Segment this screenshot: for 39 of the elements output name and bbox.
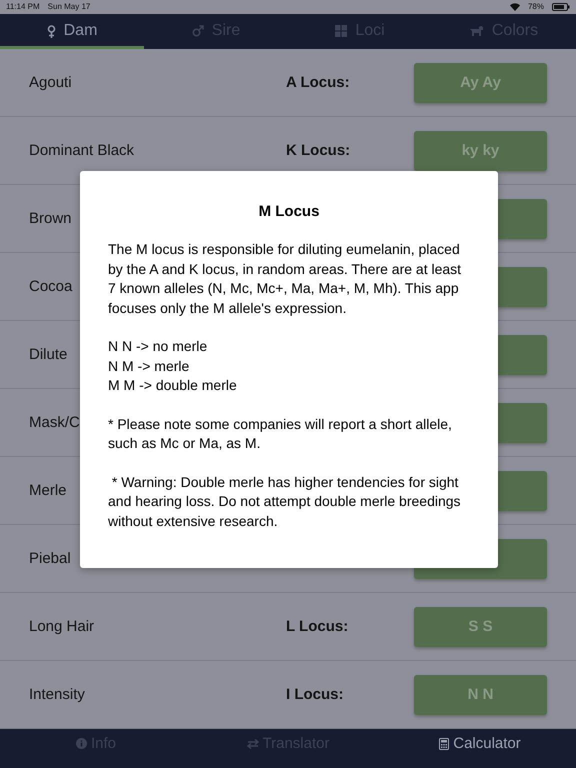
allele-button[interactable]: N N bbox=[414, 674, 547, 715]
trait-label: Long Hair bbox=[29, 618, 94, 636]
bottom-tab[interactable]: Calculator bbox=[384, 729, 576, 768]
dialog-text: * Warning: Double merle has higher tendencies for sight and hearing loss. Do not attempt double merle breedings without extensive research. bbox=[108, 472, 462, 530]
trait-label: Dilute bbox=[29, 346, 68, 364]
dialog-text: M M -> double merle bbox=[108, 376, 238, 395]
battery-icon bbox=[552, 2, 570, 11]
battery-percentage: 78% bbox=[528, 2, 544, 12]
allele-button[interactable]: S S bbox=[414, 606, 547, 647]
trait-label: Brown bbox=[29, 210, 72, 228]
allele-button[interactable]: ky ky bbox=[414, 130, 547, 171]
trait-label: Merle bbox=[29, 482, 67, 500]
dialog-text: The M locus is responsible for diluting eumelanin, placed by the A and K locus, in random areas. There are at least 7 known alleles (N, Mc, Mc+, Ma, Ma+, M, Mh). This app focuses only the M allele's expression. bbox=[108, 240, 462, 318]
locus-label: L Locus: bbox=[286, 618, 348, 636]
dialog-title: M Locus bbox=[258, 203, 320, 220]
trait-label: Intensity bbox=[29, 686, 85, 704]
swap-arrows-icon bbox=[246, 738, 259, 749]
tab[interactable]: Dam bbox=[0, 14, 144, 50]
trait-label: Mask/C bbox=[29, 414, 80, 432]
status-date: Sun May 17 bbox=[48, 2, 90, 12]
status-time: 11:14 PM bbox=[6, 2, 40, 12]
info-icon bbox=[76, 738, 87, 750]
female-icon bbox=[46, 24, 56, 38]
male-icon bbox=[192, 25, 204, 38]
dialog-text: N M -> merle bbox=[108, 356, 190, 376]
locus-label: I Locus: bbox=[286, 686, 344, 704]
trait-label: Agouti bbox=[29, 74, 72, 92]
locus-label: A Locus: bbox=[286, 74, 350, 92]
wifi-icon bbox=[510, 2, 520, 11]
calculator-icon bbox=[439, 738, 450, 750]
dog-icon bbox=[470, 25, 484, 38]
trait-label: Cocoa bbox=[29, 278, 72, 296]
allele-button[interactable]: Ay Ay bbox=[414, 62, 547, 103]
dialog-text: * Please note some companies will report a short allele, such as Mc or Ma, as M. bbox=[108, 414, 453, 453]
grid-icon bbox=[335, 25, 348, 38]
trait-label: Dominant Black bbox=[29, 142, 134, 160]
locus-label: K Locus: bbox=[286, 142, 350, 160]
trait-label: Piebal bbox=[29, 550, 71, 568]
dialog-text: N N -> no merle bbox=[108, 337, 208, 356]
